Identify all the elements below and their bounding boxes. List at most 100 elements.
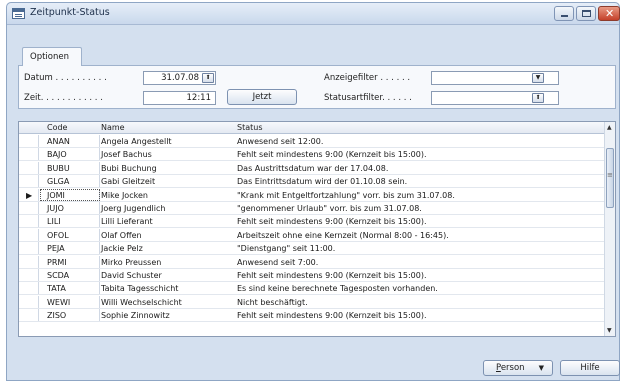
minimize-button[interactable] — [554, 6, 574, 21]
cell-status: "Krank mit Entgeltfortzahlung" vorr. bis… — [237, 190, 455, 200]
zeit-value: 12:11 — [186, 93, 212, 103]
cell-name: Mirko Preussen — [101, 257, 162, 267]
datum-value: 31.07.08 — [161, 73, 199, 83]
tab-optionen[interactable]: Optionen — [22, 47, 82, 66]
status-table: Code Name Status ANAN Angela Angestellt An… — [18, 121, 616, 337]
form-icon — [12, 8, 25, 19]
chevron-down-icon: ▼ — [538, 364, 544, 372]
jetzt-button[interactable]: Jetzt — [227, 89, 297, 105]
table-row[interactable]: ANAN Angela Angestellt Anwesend seit 12:00… — [19, 135, 605, 148]
close-icon: ✕ — [605, 7, 615, 20]
row-selector[interactable] — [19, 228, 39, 241]
cell-code: PEJA — [47, 244, 65, 254]
cell-code: ANAN — [47, 137, 70, 146]
table-row[interactable]: TATA Tabita Tagesschicht Es sind keine ber… — [19, 282, 605, 296]
statusartfilter-lookup-button[interactable]: ⬆ — [532, 93, 544, 103]
row-selector[interactable] — [19, 135, 39, 147]
cell-status: "Dienstgang" seit 11:00. — [237, 244, 336, 254]
anzeigefilter-dropdown-button[interactable]: ▼ — [532, 73, 544, 83]
column-header-status[interactable]: Status — [237, 123, 263, 132]
cell-code: GLGA — [47, 177, 70, 187]
cell-name: Mike Jocken — [101, 190, 148, 200]
maximize-icon — [582, 10, 591, 17]
current-row-icon: ▶ — [26, 190, 33, 200]
cell-code: JOMI — [47, 190, 65, 200]
row-selector[interactable] — [19, 269, 39, 281]
row-selector[interactable]: ▶ — [19, 188, 39, 201]
cell-status: Fehlt seit mindestens 9:00 (Kernzeit bis… — [237, 311, 427, 321]
person-button[interactable]: Person ▼ — [483, 360, 553, 376]
cell-code: JUJO — [47, 204, 64, 213]
cell-status: Fehlt seit mindestens 9:00 (Kernzeit bis… — [237, 150, 427, 160]
cell-status: Es sind keine berechnete Tagesposten vor… — [237, 284, 438, 294]
table-row[interactable]: BAJO Josef Bachus Fehlt seit mindestens 9:… — [19, 148, 605, 162]
cell-code: BAJO — [47, 150, 67, 160]
anzeigefilter-label: Anzeigefilter . . . . . . — [324, 73, 411, 83]
cell-code: TATA — [47, 284, 66, 294]
zeit-field[interactable]: 12:11 — [143, 91, 216, 105]
anzeigefilter-field[interactable]: ▼ — [431, 71, 559, 85]
options-panel: Datum . . . . . . . . . . 31.07.08 ⬆ Zei… — [18, 65, 616, 109]
row-selector[interactable] — [19, 215, 39, 228]
cell-name: Gabi Gleitzeit — [101, 177, 156, 187]
statusartfilter-label: Statusartfilter. . . . . . — [324, 93, 412, 103]
cell-status: Anwesend seit 7:00. — [237, 257, 319, 267]
table-row[interactable]: JUJO Joerg Jugendlich "genommener Urlaub" … — [19, 202, 605, 215]
row-selector[interactable] — [19, 255, 39, 268]
hilfe-button[interactable]: Hilfe — [560, 360, 620, 376]
cell-code: SCDA — [47, 271, 70, 280]
cell-name: Josef Bachus — [101, 150, 152, 160]
cell-status: Nicht beschäftigt. — [237, 297, 308, 307]
close-button[interactable]: ✕ — [598, 6, 620, 21]
table-row[interactable]: GLGA Gabi Gleitzeit Das Eintrittsdatum wir… — [19, 175, 605, 189]
statusartfilter-field[interactable]: ⬆ — [431, 91, 559, 105]
cell-name: Willi Wechselschicht — [101, 297, 182, 307]
row-selector[interactable] — [19, 309, 39, 322]
table-row[interactable]: PEJA Jackie Pelz "Dienstgang" seit 11:00. — [19, 242, 605, 256]
title-bar[interactable]: Zeitpunkt-Status ✕ — [7, 3, 620, 25]
zeit-label: Zeit. . . . . . . . . . . . — [24, 93, 103, 103]
table-row[interactable]: ▶ JOMI Mike Jocken "Krank mit Entgeltfortza… — [19, 188, 605, 202]
datum-field[interactable]: 31.07.08 ⬆ — [143, 71, 216, 85]
row-selector[interactable] — [19, 202, 39, 214]
row-selector[interactable] — [19, 242, 39, 255]
table-row[interactable]: SCDA David Schuster Fehlt seit mindestens … — [19, 269, 605, 282]
vertical-scrollbar[interactable]: ▲ ▼ — [604, 122, 615, 336]
row-selector[interactable] — [19, 161, 39, 174]
row-selector[interactable] — [19, 175, 39, 188]
cell-code: OFOL — [47, 230, 69, 240]
cell-name: Lilli Lieferant — [101, 217, 153, 227]
cell-name: Tabita Tagesschicht — [101, 284, 179, 294]
column-header-code[interactable]: Code — [47, 123, 67, 132]
cell-name: Joerg Jugendlich — [101, 204, 166, 213]
column-header-name[interactable]: Name — [101, 123, 125, 132]
cell-status: Arbeitszeit ohne eine Kernzeit (Normal 8… — [237, 230, 449, 240]
maximize-button[interactable] — [576, 6, 596, 21]
row-selector[interactable] — [19, 295, 39, 308]
cell-code: ZISO — [47, 311, 67, 321]
cell-name: Sophie Zinnowitz — [101, 311, 170, 321]
table-row[interactable]: OFOL Olaf Offen Arbeitszeit ohne eine Kern… — [19, 228, 605, 242]
table-row[interactable]: WEWI Willi Wechselschicht Nicht beschäftig… — [19, 295, 605, 309]
window-title: Zeitpunkt-Status — [30, 7, 110, 18]
table-header: Code Name Status — [19, 122, 615, 134]
scroll-up-icon[interactable]: ▲ — [607, 124, 612, 131]
datum-label: Datum . . . . . . . . . . — [24, 73, 107, 83]
scroll-down-icon[interactable]: ▼ — [607, 327, 612, 334]
cell-name: Olaf Offen — [101, 230, 142, 240]
row-selector[interactable] — [19, 148, 39, 161]
dialog-window: Zeitpunkt-Status ✕ Optionen Datum . . . … — [6, 2, 620, 381]
cell-status: Anwesend seit 12:00. — [237, 137, 324, 146]
scroll-thumb[interactable] — [606, 148, 614, 208]
row-selector[interactable] — [19, 282, 39, 295]
table-row[interactable]: LILI Lilli Lieferant Fehlt seit mindestens… — [19, 215, 605, 229]
table-row[interactable]: PRMI Mirko Preussen Anwesend seit 7:00. — [19, 255, 605, 269]
cell-status: "genommener Urlaub" vorr. bis zum 31.07.… — [237, 204, 422, 213]
table-row[interactable]: ZISO Sophie Zinnowitz Fehlt seit mindesten… — [19, 309, 605, 323]
datum-lookup-button[interactable]: ⬆ — [202, 73, 214, 83]
cell-code: PRMI — [47, 257, 67, 267]
table-row[interactable]: BUBU Bubi Buchung Das Austrittsdatum war d… — [19, 161, 605, 175]
cell-code: LILI — [47, 217, 61, 227]
cell-status: Fehlt seit mindestens 9:00 (Kernzeit bis… — [237, 217, 427, 227]
minimize-icon — [561, 15, 568, 17]
